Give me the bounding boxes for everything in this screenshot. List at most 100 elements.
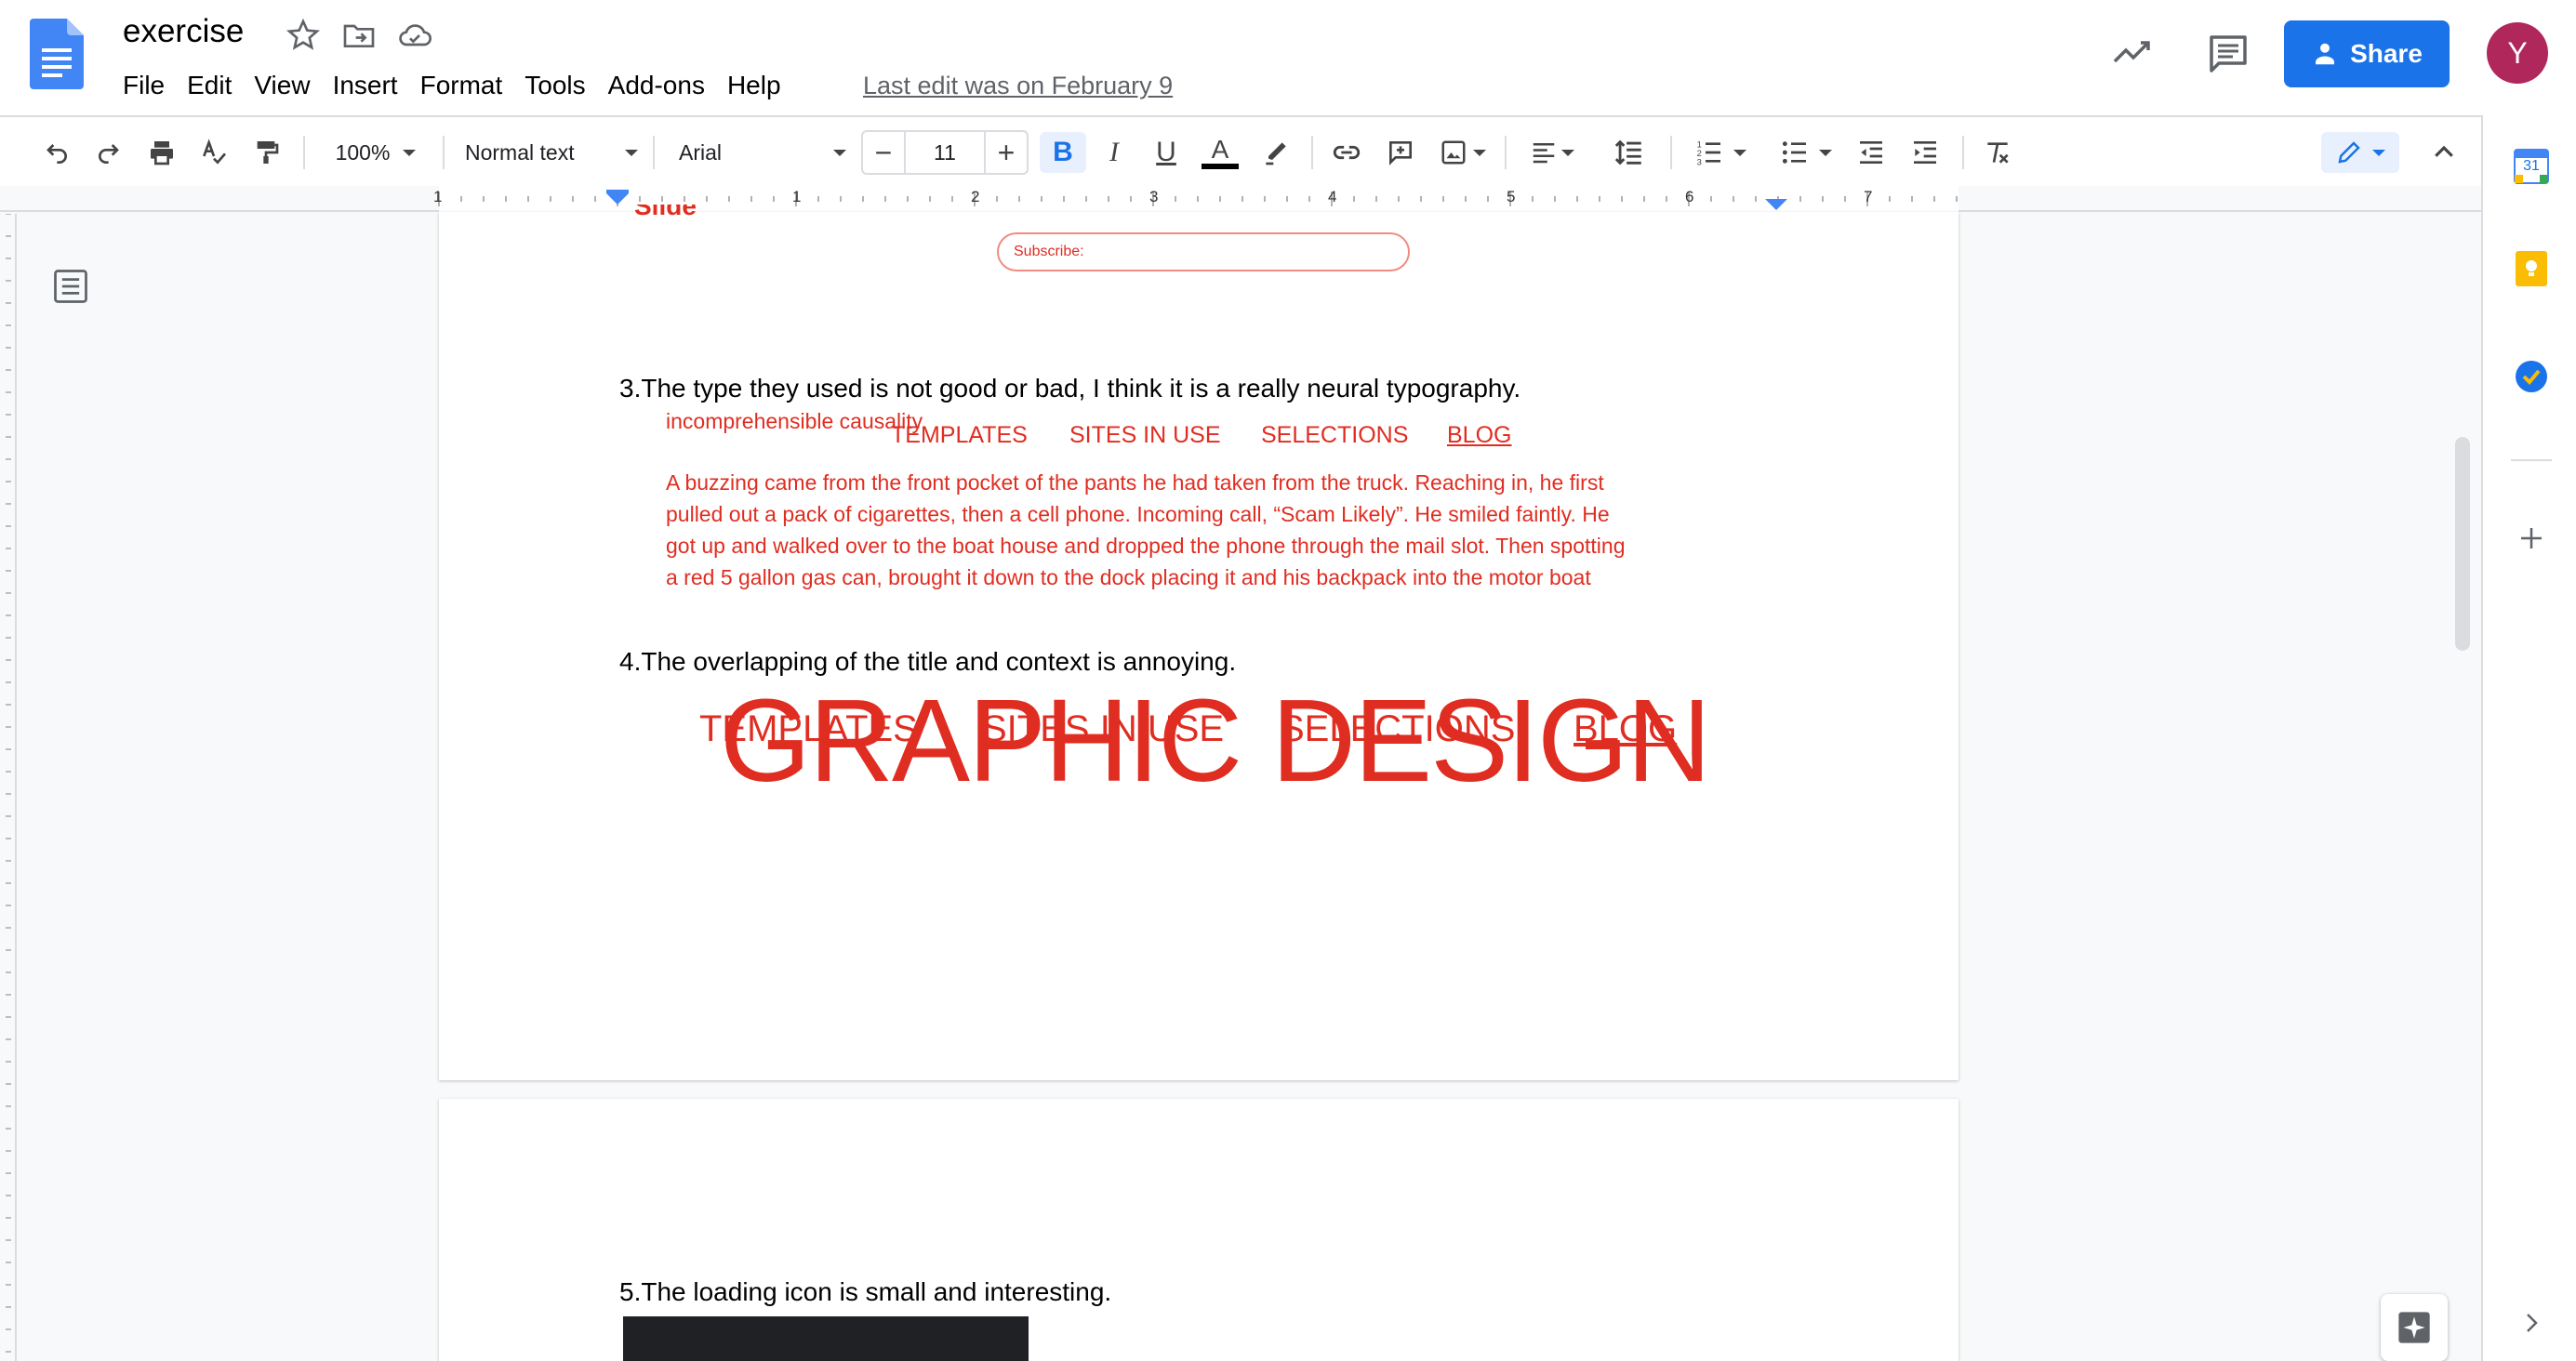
font-value: Arial xyxy=(679,139,723,165)
italic-button[interactable]: I xyxy=(1094,132,1135,173)
paint-format-button[interactable] xyxy=(246,132,286,173)
paragraph-line: pulled out a pack of cigarettes, then a … xyxy=(666,502,1610,526)
keep-icon[interactable] xyxy=(2514,251,2549,286)
font-size-input[interactable]: 11 xyxy=(904,132,986,173)
zoom-select[interactable]: 100% xyxy=(324,132,428,173)
menu-format[interactable]: Format xyxy=(409,67,514,104)
vertical-scrollbar[interactable] xyxy=(2455,437,2470,651)
paint-format-icon xyxy=(257,141,279,164)
print-icon xyxy=(151,141,173,165)
list-item-4: 4.The overlapping of the title and conte… xyxy=(619,647,1237,676)
calendar-icon[interactable]: 31 xyxy=(2514,147,2549,184)
menu-tools[interactable]: Tools xyxy=(513,67,596,104)
document-outline-icon[interactable] xyxy=(50,266,91,307)
nav-templates-link[interactable]: TEMPLATES xyxy=(891,422,1028,449)
menu-edit[interactable]: Edit xyxy=(176,67,243,104)
activity-dashboard-icon[interactable] xyxy=(2111,35,2154,69)
toolbar-divider xyxy=(303,136,305,169)
docs-logo-icon[interactable] xyxy=(30,19,84,89)
share-button[interactable]: Share xyxy=(2284,20,2450,87)
bulleted-list-icon xyxy=(1782,141,1806,164)
vertical-ruler xyxy=(0,213,17,1361)
line-spacing-icon xyxy=(1614,139,1641,165)
move-folder-icon[interactable] xyxy=(340,17,378,54)
text-color-swatch xyxy=(1202,164,1239,169)
highlight-color-button[interactable] xyxy=(1255,132,1296,173)
editing-mode-select[interactable] xyxy=(2321,132,2399,173)
cloud-saved-icon[interactable] xyxy=(396,17,433,54)
graphic-design-title: GRAPHIC DESIGN xyxy=(720,675,1711,806)
decrease-indent-button[interactable] xyxy=(1851,132,1892,173)
list-item-5: 5.The loading icon is small and interest… xyxy=(619,1277,1112,1306)
underline-button[interactable]: U xyxy=(1146,132,1187,173)
ruler-number: 5 xyxy=(1507,188,1516,205)
hide-menus-button[interactable] xyxy=(2423,132,2464,173)
side-panel-divider xyxy=(2511,459,2552,461)
bold-button[interactable]: B xyxy=(1040,132,1086,173)
font-select[interactable]: Arial xyxy=(679,132,846,173)
pencil-icon xyxy=(2338,141,2360,164)
text-color-label: A xyxy=(1211,135,1229,164)
explore-button[interactable] xyxy=(2381,1294,2448,1361)
decrease-font-size-button[interactable]: − xyxy=(863,132,904,173)
clear-formatting-button[interactable] xyxy=(1977,132,2018,173)
calendar-day: 31 xyxy=(2523,158,2540,174)
spellcheck-icon xyxy=(203,139,227,165)
text-color-button[interactable]: A xyxy=(1200,132,1241,173)
explore-star-icon xyxy=(2398,1312,2430,1343)
redo-icon xyxy=(99,144,119,164)
subscribe-input[interactable]: Subscribe: xyxy=(997,232,1410,271)
document-page[interactable] xyxy=(439,212,1959,1080)
toolbar-divider xyxy=(443,136,445,169)
insert-image-button[interactable] xyxy=(1432,132,1494,173)
menu-file[interactable]: File xyxy=(123,67,176,104)
chevron-down-icon xyxy=(2372,149,2385,156)
menu-view[interactable]: View xyxy=(243,67,321,104)
numbered-list-select[interactable]: 123 xyxy=(1687,132,1754,173)
star-icon[interactable] xyxy=(285,17,322,54)
share-lock-icon xyxy=(2316,43,2335,65)
add-comment-button[interactable] xyxy=(1380,132,1421,173)
font-size-control: − 11 + xyxy=(861,130,1029,175)
add-comment-icon xyxy=(1389,141,1412,165)
insert-link-button[interactable] xyxy=(1326,132,1367,173)
nav-sites-in-use-link[interactable]: SITES IN USE xyxy=(1069,422,1221,449)
add-addon-icon[interactable] xyxy=(2514,521,2549,556)
tasks-icon[interactable] xyxy=(2514,359,2549,394)
ruler-number: 2 xyxy=(971,188,980,205)
toolbar-divider xyxy=(1670,136,1672,169)
redo-button[interactable] xyxy=(89,132,130,173)
side-panel: 31 xyxy=(2481,115,2576,1361)
nav-selections-link[interactable]: SELECTIONS xyxy=(1261,422,1408,449)
bulleted-list-select[interactable] xyxy=(1773,132,1839,173)
menu-help[interactable]: Help xyxy=(716,67,792,104)
svg-text:3: 3 xyxy=(1697,157,1702,166)
spellcheck-button[interactable] xyxy=(193,132,234,173)
chevron-down-icon xyxy=(625,149,638,156)
paragraph-style-value: Normal text xyxy=(465,139,575,165)
chevron-down-icon xyxy=(1819,149,1832,156)
formatting-toolbar: 100% Normal text Arial − 11 + B I U A 1 … xyxy=(0,115,2481,186)
comments-icon[interactable] xyxy=(2208,33,2249,73)
align-select[interactable] xyxy=(1523,132,1581,173)
increase-indent-button[interactable] xyxy=(1905,132,1945,173)
print-button[interactable] xyxy=(141,132,182,173)
chevron-down-icon xyxy=(1473,149,1486,156)
ruler-number: 7 xyxy=(1864,188,1873,205)
menu-insert[interactable]: Insert xyxy=(322,67,409,104)
ruler-number: 4 xyxy=(1328,188,1337,205)
ruler-number: 6 xyxy=(1685,188,1694,205)
chevron-right-icon[interactable] xyxy=(2514,1305,2549,1341)
chevron-down-icon xyxy=(403,149,417,156)
undo-button[interactable] xyxy=(35,132,76,173)
increase-font-size-button[interactable]: + xyxy=(986,132,1027,173)
line-spacing-button[interactable] xyxy=(1609,132,1650,173)
account-avatar[interactable]: Y xyxy=(2487,22,2548,84)
chevron-down-icon xyxy=(833,149,846,156)
horizontal-ruler: 1 1 2 3 4 5 6 7 xyxy=(0,186,2481,212)
document-title[interactable]: exercise xyxy=(123,13,244,50)
menu-add-ons[interactable]: Add-ons xyxy=(597,67,716,104)
nav-blog-link[interactable]: BLOG xyxy=(1447,422,1511,449)
paragraph-style-select[interactable]: Normal text xyxy=(465,132,638,173)
last-edit-link[interactable]: Last edit was on February 9 xyxy=(863,67,1173,104)
